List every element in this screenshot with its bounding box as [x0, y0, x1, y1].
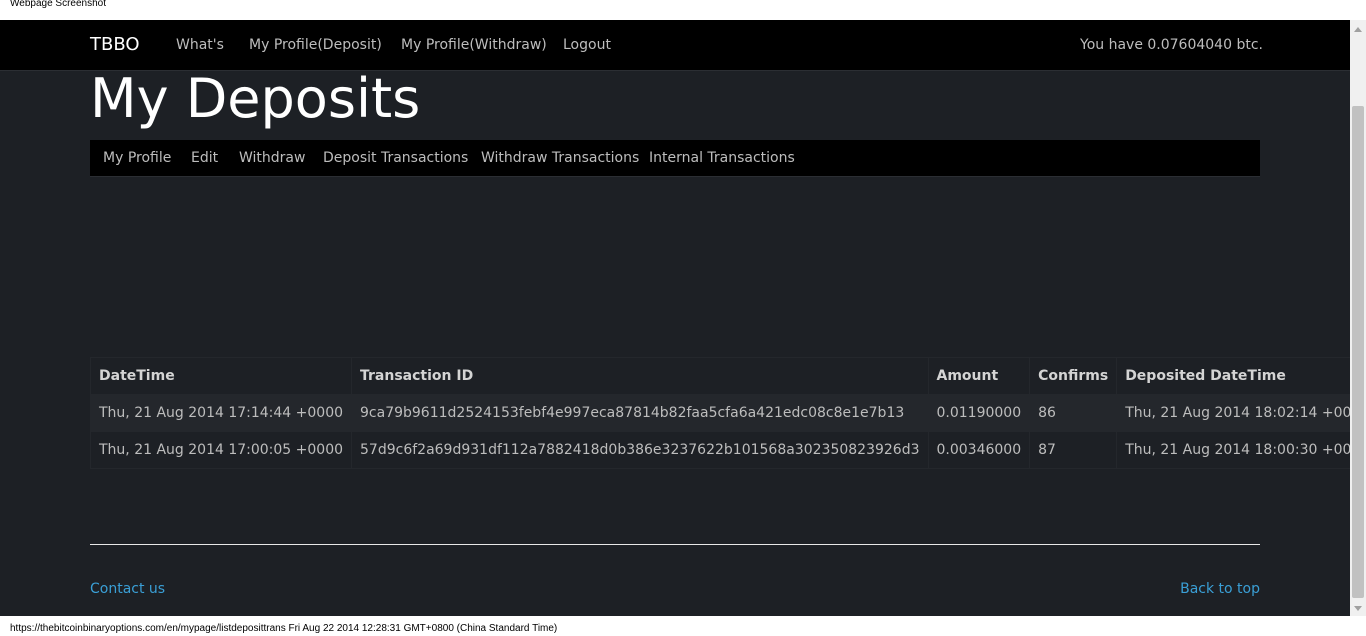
footer-divider: [90, 544, 1260, 545]
print-header: Webpage Screenshot: [0, 0, 1366, 20]
table-row: Thu, 21 Aug 2014 17:00:05 +0000 57d9c6f2…: [89, 431, 1350, 469]
print-footer-url: https://thebitcoinbinaryoptions.com/en/m…: [10, 623, 558, 634]
balance-text: You have 0.07604040 btc.: [1080, 37, 1263, 53]
vertical-scrollbar[interactable]: [1350, 20, 1366, 616]
browser-viewport: TBBO What's My Profile(Deposit) My Profi…: [0, 20, 1350, 616]
cell-amount: 0.00346000: [927, 431, 1031, 469]
scroll-up-arrow-icon[interactable]: [1354, 27, 1362, 32]
cell-deposited-datetime: Thu, 21 Aug 2014 18:00:30 +0000: [1116, 431, 1350, 469]
cell-transaction-id: 9ca79b9611d2524153febf4e997eca87814b82fa…: [351, 394, 929, 432]
brand-link[interactable]: TBBO: [90, 34, 140, 55]
subnav-internal-transactions[interactable]: Internal Transactions: [649, 150, 795, 166]
column-header-datetime: DateTime: [89, 357, 353, 395]
nav-link-logout[interactable]: Logout: [563, 37, 611, 53]
scrollbar-thumb[interactable]: [1352, 106, 1364, 598]
column-header-deposited-datetime: Deposited DateTime: [1116, 357, 1350, 395]
deposits-table: DateTime Transaction ID Amount Confirms …: [89, 357, 1350, 469]
table-header-row: DateTime Transaction ID Amount Confirms …: [89, 357, 1350, 395]
nav-link-profile-withdraw[interactable]: My Profile(Withdraw): [401, 37, 547, 53]
cell-datetime: Thu, 21 Aug 2014 17:00:05 +0000: [89, 431, 353, 469]
subnav-my-profile[interactable]: My Profile: [103, 150, 171, 166]
table-row: Thu, 21 Aug 2014 17:14:44 +0000 9ca79b96…: [89, 394, 1350, 432]
back-to-top-link[interactable]: Back to top: [1180, 581, 1260, 597]
cell-confirms: 86: [1029, 394, 1118, 432]
print-header-label: Webpage Screenshot: [10, 0, 106, 9]
nav-link-whats[interactable]: What's: [176, 37, 224, 53]
cell-confirms: 87: [1029, 431, 1118, 469]
subnav-edit[interactable]: Edit: [191, 150, 218, 166]
subnav-deposit-transactions[interactable]: Deposit Transactions: [323, 150, 468, 166]
cell-amount: 0.01190000: [927, 394, 1031, 432]
page-title: My Deposits: [90, 67, 421, 130]
scroll-down-arrow-icon[interactable]: [1354, 606, 1362, 611]
nav-link-profile-deposit[interactable]: My Profile(Deposit): [249, 37, 382, 53]
profile-subnav: My Profile Edit Withdraw Deposit Transac…: [90, 140, 1260, 177]
cell-transaction-id: 57d9c6f2a69d931df112a7882418d0b386e32376…: [351, 431, 929, 469]
column-header-transaction-id: Transaction ID: [351, 357, 929, 395]
top-navbar: TBBO What's My Profile(Deposit) My Profi…: [0, 20, 1350, 71]
cell-deposited-datetime: Thu, 21 Aug 2014 18:02:14 +0000: [1116, 394, 1350, 432]
print-footer: https://thebitcoinbinaryoptions.com/en/m…: [0, 616, 1366, 636]
subnav-withdraw[interactable]: Withdraw: [239, 150, 305, 166]
column-header-confirms: Confirms: [1029, 357, 1118, 395]
cell-datetime: Thu, 21 Aug 2014 17:14:44 +0000: [89, 394, 353, 432]
contact-us-link[interactable]: Contact us: [90, 581, 165, 597]
column-header-amount: Amount: [927, 357, 1031, 395]
subnav-withdraw-transactions[interactable]: Withdraw Transactions: [481, 150, 639, 166]
